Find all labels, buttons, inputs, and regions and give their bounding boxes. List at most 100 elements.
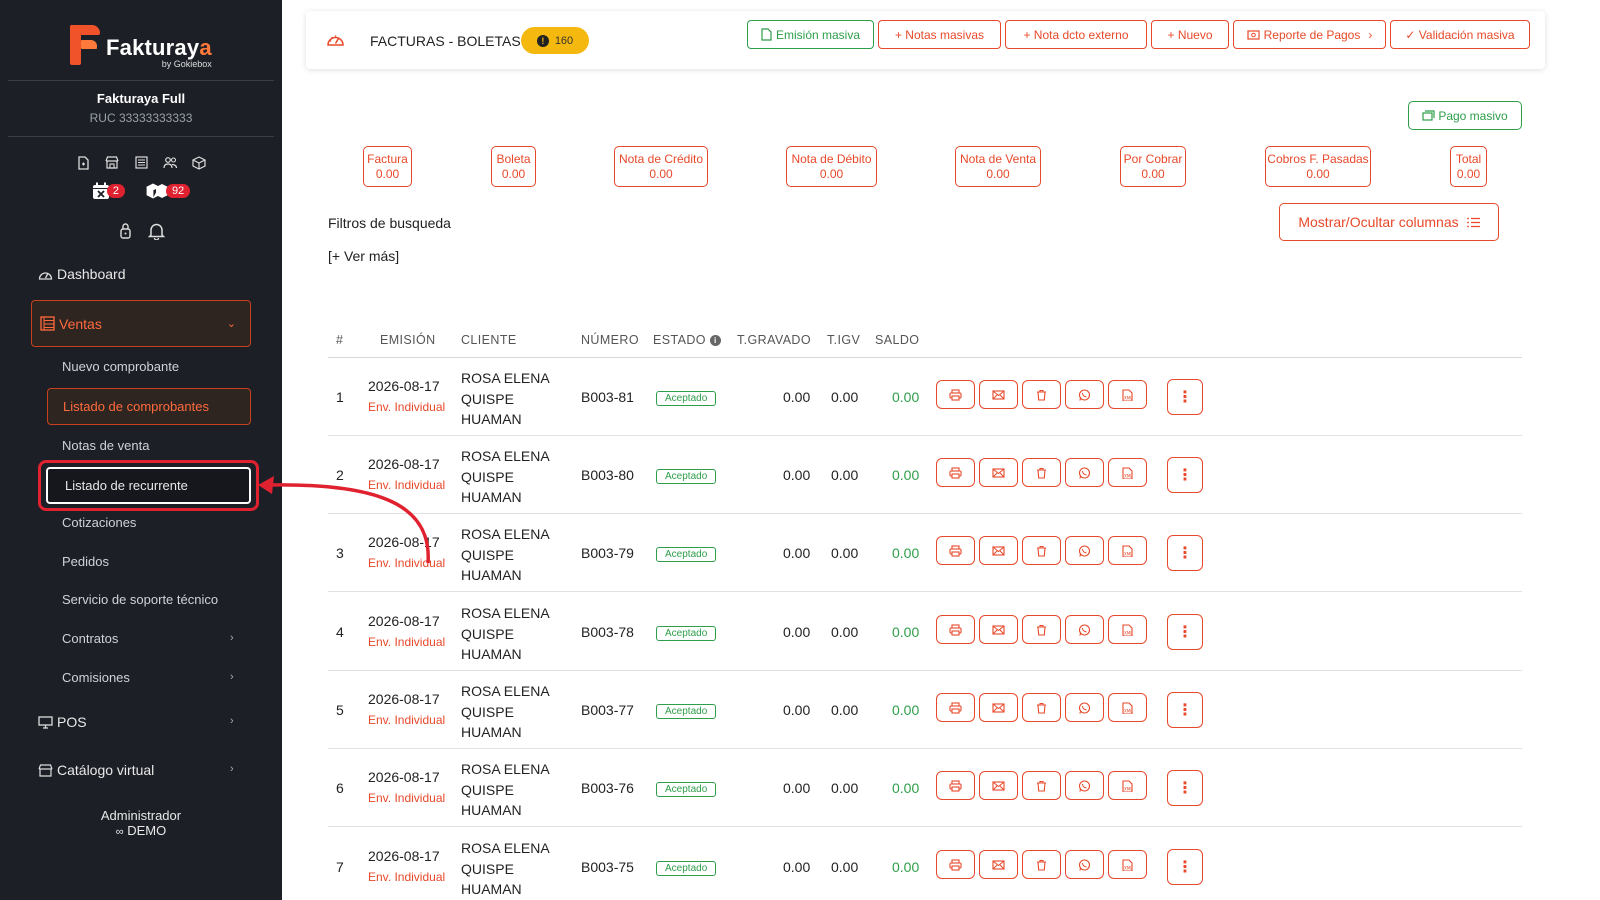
mail-button[interactable] <box>979 536 1018 565</box>
nav-ventas[interactable]: Ventas ⌄ <box>31 300 251 347</box>
bell-icon[interactable] <box>148 222 165 240</box>
trash-button[interactable] <box>1022 693 1061 722</box>
status-badge: Aceptado <box>656 704 717 719</box>
more-actions-button[interactable]: ⋮ <box>1167 457 1203 493</box>
column-header-igv[interactable]: T.IGV <box>827 333 860 347</box>
print-button[interactable] <box>936 771 975 800</box>
xml-file-button[interactable]: XML <box>1108 771 1147 800</box>
xml-file-button[interactable]: XML <box>1108 536 1147 565</box>
whatsapp-button[interactable] <box>1065 615 1104 644</box>
column-header-estado[interactable]: ESTADO i <box>653 333 721 347</box>
xml-file-button[interactable]: XML <box>1108 850 1147 879</box>
more-actions-button[interactable]: ⋮ <box>1167 379 1203 415</box>
svg-text:XML: XML <box>1124 551 1133 556</box>
xml-file-button[interactable]: XML <box>1108 615 1147 644</box>
sidebar-item-soporte[interactable]: Servicio de soporte técnico <box>62 592 218 607</box>
box-icon[interactable] <box>191 154 208 171</box>
whatsapp-button[interactable] <box>1065 693 1104 722</box>
nav-pos[interactable]: POS <box>38 714 87 730</box>
store-icon <box>38 763 53 777</box>
more-actions-button[interactable]: ⋮ <box>1167 770 1203 806</box>
more-actions-button[interactable]: ⋮ <box>1167 535 1203 571</box>
emision-masiva-button[interactable]: Emisión masiva <box>747 20 874 49</box>
notas-masivas-button[interactable]: + Notas masivas <box>878 20 1001 49</box>
more-actions-button[interactable]: ⋮ <box>1167 692 1203 728</box>
sidebar-item-cotizaciones[interactable]: Cotizaciones <box>62 515 136 530</box>
whatsapp-button[interactable] <box>1065 380 1104 409</box>
store-icon[interactable] <box>104 154 121 171</box>
column-header-numero[interactable]: NÚMERO <box>581 333 639 347</box>
xml-file-button[interactable]: XML <box>1108 458 1147 487</box>
xml-file-icon: XML <box>1122 623 1133 636</box>
row-igv: 0.00 <box>831 545 859 561</box>
column-header-gravado[interactable]: T.GRAVADO <box>737 333 811 347</box>
whatsapp-button[interactable] <box>1065 458 1104 487</box>
trash-button[interactable] <box>1022 850 1061 879</box>
mail-icon <box>992 545 1005 556</box>
mail-icon <box>992 702 1005 713</box>
table-row: 5 2026-08-17 Env. Individual ROSA ELENA QUIS… <box>328 671 1522 749</box>
link-icon: ∞ <box>115 826 124 838</box>
nav-dashboard-label: Dashboard <box>57 266 126 282</box>
validacion-masiva-button[interactable]: ✓ Validación masiva <box>1390 20 1530 49</box>
toggle-columns-button[interactable]: Mostrar/Ocultar columnas <box>1279 203 1499 241</box>
mail-button[interactable] <box>979 850 1018 879</box>
xml-file-button[interactable]: XML <box>1108 380 1147 409</box>
row-saldo: 0.00 <box>892 467 920 483</box>
sidebar-item-listado-comprobantes[interactable]: Listado de comprobantes <box>47 388 251 425</box>
nuevo-button[interactable]: + Nuevo <box>1151 20 1229 49</box>
sidebar-item-pedidos[interactable]: Pedidos <box>62 554 109 569</box>
print-button[interactable] <box>936 458 975 487</box>
calendar-badge[interactable]: 2 <box>92 182 125 200</box>
summary-nota-venta: Nota de Venta 0.00 <box>955 146 1041 187</box>
row-number: B003-75 <box>581 859 634 875</box>
trash-button[interactable] <box>1022 458 1061 487</box>
print-button[interactable] <box>936 380 975 409</box>
row-date: 2026-08-17 <box>368 534 440 550</box>
sidebar-item-notas-venta[interactable]: Notas de venta <box>62 438 149 453</box>
print-button[interactable] <box>936 850 975 879</box>
pago-masivo-button[interactable]: Pago masivo <box>1408 101 1522 130</box>
mail-button[interactable] <box>979 615 1018 644</box>
sidebar-item-listado-recurrente[interactable]: Listado de recurrente <box>46 467 251 504</box>
lock-icon[interactable] <box>117 222 134 239</box>
sidebar-item-contratos[interactable]: Contratos <box>62 631 118 646</box>
nav-catalogo[interactable]: Catálogo virtual <box>38 762 154 778</box>
nav-dashboard[interactable]: Dashboard <box>38 266 126 282</box>
mail-button[interactable] <box>979 458 1018 487</box>
boxes-badge[interactable]: 92 <box>145 182 191 200</box>
mail-button[interactable] <box>979 771 1018 800</box>
row-saldo: 0.00 <box>892 389 920 405</box>
document-icon[interactable] <box>75 154 92 171</box>
brand-logo[interactable]: Fakturaya by Gokiebox <box>66 25 212 69</box>
trash-button[interactable] <box>1022 615 1061 644</box>
mail-button[interactable] <box>979 380 1018 409</box>
company-name: Fakturaya Full <box>96 91 186 106</box>
users-icon[interactable] <box>162 154 179 171</box>
print-button[interactable] <box>936 615 975 644</box>
trash-button[interactable] <box>1022 771 1061 800</box>
sidebar-item-comisiones[interactable]: Comisiones <box>62 670 130 685</box>
sidebar-item-nuevo-comprobante[interactable]: Nuevo comprobante <box>62 359 179 374</box>
column-header-saldo[interactable]: SALDO <box>875 333 919 347</box>
trash-button[interactable] <box>1022 536 1061 565</box>
trash-button[interactable] <box>1022 380 1061 409</box>
xml-file-button[interactable]: XML <box>1108 693 1147 722</box>
whatsapp-button[interactable] <box>1065 771 1104 800</box>
more-actions-button[interactable]: ⋮ <box>1167 614 1203 650</box>
list-icon[interactable] <box>133 154 150 171</box>
column-header-cliente[interactable]: CLIENTE <box>461 333 517 347</box>
whatsapp-button[interactable] <box>1065 536 1104 565</box>
reporte-pagos-button[interactable]: Reporte de Pagos › <box>1233 20 1386 49</box>
nota-externo-button[interactable]: + Nota dcto externo <box>1005 20 1147 49</box>
print-button[interactable] <box>936 536 975 565</box>
whatsapp-button[interactable] <box>1065 850 1104 879</box>
mail-button[interactable] <box>979 693 1018 722</box>
ver-mas-link[interactable]: [+ Ver más] <box>328 248 399 264</box>
column-header-emision[interactable]: EMISIÓN <box>380 333 436 347</box>
more-actions-button[interactable]: ⋮ <box>1167 849 1203 885</box>
admin-user[interactable]: Administrador ∞ DEMO <box>0 808 282 840</box>
client-line: HUAMAN <box>461 724 522 740</box>
print-button[interactable] <box>936 693 975 722</box>
client-line: ROSA ELENA <box>461 761 550 777</box>
